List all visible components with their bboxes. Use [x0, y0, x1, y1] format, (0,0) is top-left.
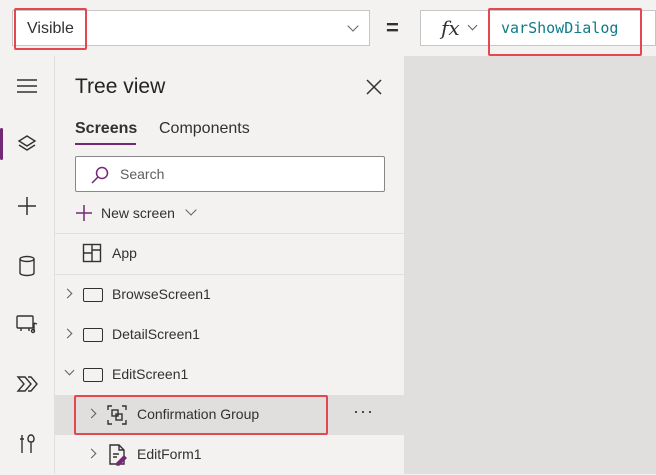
form-icon [109, 444, 127, 466]
chevron-right-icon[interactable] [62, 328, 73, 339]
layers-icon[interactable] [0, 124, 54, 164]
equals-sign: = [386, 15, 399, 40]
screen-icon [83, 368, 103, 382]
tree-item-confirmation-group[interactable]: Confirmation Group ··· [55, 395, 404, 435]
chevron-right-icon[interactable] [86, 448, 97, 459]
group-icon [107, 405, 127, 425]
panel-title: Tree view [75, 75, 166, 98]
search-input[interactable]: Search [75, 156, 385, 192]
active-tab-indicator [75, 143, 136, 145]
left-rail [0, 56, 55, 474]
screen-icon [83, 288, 103, 302]
fx-icon[interactable]: fx [441, 16, 460, 40]
plus-icon [76, 205, 92, 221]
new-screen-label: New screen [101, 205, 175, 221]
chevron-down-icon [347, 20, 359, 32]
database-icon[interactable] [0, 246, 54, 286]
screen-icon [83, 328, 103, 342]
search-icon [90, 165, 110, 190]
formula-text[interactable]: varShowDialog [501, 19, 618, 37]
formula-bar: Visible = fx varShowDialog [0, 0, 656, 56]
power-automate-icon[interactable] [0, 364, 54, 404]
chevron-down-icon[interactable] [64, 365, 75, 376]
app-icon [82, 243, 102, 263]
tab-screens[interactable]: Screens [75, 120, 137, 138]
property-value: Visible [27, 20, 74, 37]
tools-icon[interactable] [0, 424, 54, 464]
canvas-area[interactable] [405, 56, 656, 474]
tree-item-editscreen1[interactable]: EditScreen1 [55, 355, 404, 395]
tree-item-app[interactable]: App [55, 234, 404, 274]
tree-item-label: Confirmation Group [137, 406, 260, 422]
tree-item-detailscreen1[interactable]: DetailScreen1 [55, 315, 404, 355]
close-icon[interactable] [363, 76, 385, 98]
tree-item-editform1[interactable]: EditForm1 [55, 435, 404, 475]
tree-item-label: DetailScreen1 [112, 326, 200, 342]
tree-item-label: EditForm1 [137, 446, 202, 462]
formula-input[interactable]: fx varShowDialog [420, 10, 656, 46]
tree-item-label: BrowseScreen1 [112, 286, 211, 302]
hamburger-menu-icon[interactable] [0, 66, 54, 106]
property-dropdown[interactable]: Visible [12, 10, 370, 46]
formula-divider [489, 11, 490, 45]
tree-item-label: App [112, 245, 137, 261]
tree-item-label: EditScreen1 [112, 366, 189, 382]
chevron-right-icon[interactable] [62, 288, 73, 299]
chevron-down-icon [185, 204, 197, 216]
tree-view-panel: Tree view Screens Components Search New … [55, 56, 405, 474]
tree-item-browsescreen1[interactable]: BrowseScreen1 [55, 275, 404, 315]
chevron-right-icon[interactable] [86, 408, 97, 419]
plus-icon[interactable] [0, 186, 54, 226]
fx-chevron-down-icon[interactable] [467, 20, 478, 31]
more-options-icon[interactable]: ··· [353, 401, 374, 422]
media-icon[interactable] [0, 304, 54, 344]
search-placeholder: Search [120, 166, 165, 182]
new-screen-button[interactable]: New screen [75, 202, 197, 224]
tab-components[interactable]: Components [159, 120, 250, 138]
